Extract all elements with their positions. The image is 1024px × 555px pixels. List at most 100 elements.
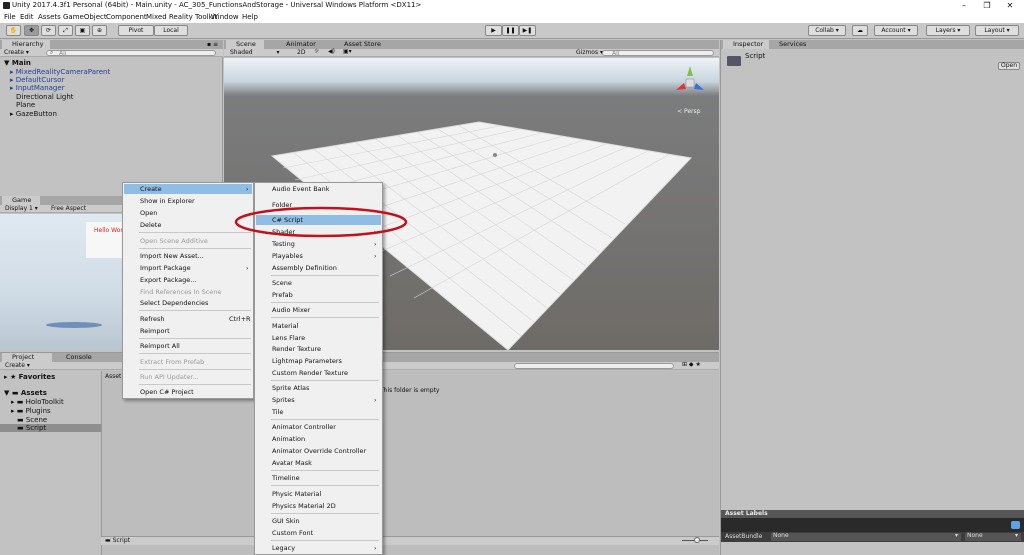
audio-toggle-icon[interactable]: ◀) (328, 49, 335, 55)
layout-dropdown[interactable]: Layout ▾ (975, 25, 1019, 36)
move-tool-button[interactable]: ✥ (24, 25, 39, 36)
folder-item[interactable]: ▸ ▬ HoloToolkit (11, 399, 64, 406)
menu-component[interactable]: Component (106, 14, 147, 21)
submenu-item-tile[interactable]: Tile (272, 409, 283, 416)
folder-item-selected[interactable] (0, 424, 101, 432)
assets-folder[interactable]: ▼ ▬ Assets (4, 390, 47, 397)
hierarchy-item[interactable]: ▸ MixedRealityCameraParent (10, 69, 110, 76)
shading-mode-dropdown[interactable]: Shaded ▾ (230, 50, 280, 56)
tab-hierarchy[interactable]: Hierarchy (2, 40, 50, 49)
menu-gameobject[interactable]: GameObject (63, 14, 107, 21)
tab-inspector[interactable]: Inspector (723, 40, 769, 49)
menu-item-select-dependencies[interactable]: Select Dependencies (140, 300, 208, 307)
account-dropdown[interactable]: Account ▾ (874, 25, 918, 36)
submenu-item-audio-mixer[interactable]: Audio Mixer (272, 307, 310, 314)
panel-menu-icon[interactable]: ▪ ≡ (207, 42, 218, 48)
hierarchy-item[interactable]: ▸ DefaultCursor (10, 77, 64, 84)
maximize-icon[interactable]: ❐ (977, 0, 997, 12)
transform-tool-button[interactable]: ⊕ (92, 25, 107, 36)
pause-button[interactable]: ❚❚ (502, 25, 519, 36)
menu-item-import-new-asset[interactable]: Import New Asset... (140, 253, 204, 260)
tab-project[interactable]: Project (2, 353, 52, 362)
menu-item-open-csharp-project[interactable]: Open C# Project (140, 389, 194, 396)
rect-tool-button[interactable]: ▣ (75, 25, 90, 36)
hierarchy-item[interactable]: ▸ GazeButton (10, 111, 57, 118)
scene-search-input[interactable]: All (602, 50, 714, 57)
gizmos-dropdown[interactable]: Gizmos ▾ (576, 50, 603, 56)
display-dropdown[interactable]: Display 1 ▾ (5, 206, 38, 212)
step-button[interactable]: ▶❚ (519, 25, 536, 36)
submenu-item-gui-skin[interactable]: GUI Skin (272, 518, 300, 525)
submenu-item-timeline[interactable]: Timeline (272, 475, 300, 482)
local-toggle[interactable]: Local (154, 25, 188, 36)
lighting-toggle-icon[interactable]: ☼ (314, 49, 319, 55)
effects-toggle-icon[interactable]: ▣▾ (343, 49, 352, 55)
hierarchy-search-input[interactable]: ⌕ All (46, 50, 216, 57)
slider-thumb[interactable] (694, 537, 700, 543)
menu-item-create[interactable]: Create (140, 186, 162, 193)
tab-services[interactable]: Services (769, 40, 813, 49)
menu-item-reimport[interactable]: Reimport (140, 328, 170, 335)
submenu-item-assembly-definition[interactable]: Assembly Definition (272, 265, 337, 272)
submenu-item-audio-event-bank[interactable]: Audio Event Bank (272, 186, 330, 193)
cloud-icon[interactable]: ☁ (852, 25, 868, 36)
project-breadcrumb[interactable]: Asset (105, 374, 121, 380)
hierarchy-create-button[interactable]: Create ▾ (4, 50, 29, 56)
layers-dropdown[interactable]: Layers ▾ (926, 25, 970, 36)
scale-tool-button[interactable]: ⤢ (58, 25, 73, 36)
scene-gizmo-icon[interactable] (676, 66, 704, 90)
2d-toggle[interactable]: 2D (297, 50, 305, 56)
tag-icon[interactable] (1011, 521, 1020, 529)
aspect-dropdown[interactable]: Free Aspect (51, 206, 86, 212)
menu-assets[interactable]: Assets (38, 14, 61, 21)
pivot-toggle[interactable]: Pivot (118, 25, 154, 36)
hierarchy-item[interactable]: Plane (16, 102, 35, 109)
menu-mixed-reality-toolkit[interactable]: Mixed Reality Toolkit (146, 14, 217, 21)
menu-item-refresh[interactable]: Refresh (140, 316, 165, 323)
hand-tool-button[interactable]: ✋ (6, 25, 21, 36)
submenu-item-material[interactable]: Material (272, 323, 298, 330)
submenu-item-testing[interactable]: Testing (272, 241, 295, 248)
tab-console[interactable]: Console (56, 353, 102, 362)
hierarchy-scene-root[interactable]: ▼ Main (4, 60, 31, 67)
submenu-item-legacy[interactable]: Legacy (272, 545, 295, 552)
menu-item-delete[interactable]: Delete (140, 222, 161, 229)
menu-item-reimport-all[interactable]: Reimport All (140, 343, 180, 350)
search-filter-icons[interactable]: ⊞ ◆ ★ (682, 362, 701, 368)
tab-scene[interactable]: Scene (226, 40, 264, 49)
project-search-input[interactable] (514, 363, 674, 369)
collab-dropdown[interactable]: Collab ▾ (808, 25, 846, 36)
favorites-folder[interactable]: ▸ ★ Favorites (4, 374, 55, 381)
submenu-item-sprites[interactable]: Sprites (272, 397, 295, 404)
persp-label[interactable]: ≺ Persp (677, 109, 700, 115)
open-button[interactable]: Open (998, 62, 1020, 70)
hierarchy-item[interactable]: ▸ InputManager (10, 85, 65, 92)
submenu-item-lens-flare[interactable]: Lens Flare (272, 335, 305, 342)
submenu-item-playables[interactable]: Playables (272, 253, 303, 260)
close-icon[interactable]: ✕ (1000, 0, 1020, 12)
submenu-item-custom-render-texture[interactable]: Custom Render Texture (272, 370, 348, 377)
submenu-item-sprite-atlas[interactable]: Sprite Atlas (272, 385, 309, 392)
submenu-item-prefab[interactable]: Prefab (272, 292, 293, 299)
menu-item-open[interactable]: Open (140, 210, 157, 217)
submenu-item-physic-material[interactable]: Physic Material (272, 491, 321, 498)
folder-item[interactable]: ▬ Script (17, 425, 46, 432)
project-create-button[interactable]: Create ▾ (5, 363, 30, 369)
submenu-item-animation[interactable]: Animation (272, 436, 305, 443)
hierarchy-item[interactable]: Directional Light (16, 94, 74, 101)
menu-file[interactable]: File (4, 14, 16, 21)
folder-item[interactable]: ▸ ▬ Plugins (11, 408, 51, 415)
submenu-item-render-texture[interactable]: Render Texture (272, 346, 321, 353)
menu-item-import-package[interactable]: Import Package (140, 265, 191, 272)
asset-bundle-variant-dropdown[interactable]: None ▾ (965, 533, 1021, 541)
submenu-item-animator-controller[interactable]: Animator Controller (272, 424, 336, 431)
submenu-item-physics-material-2d[interactable]: Physics Material 2D (272, 503, 336, 510)
asset-bundle-name-dropdown[interactable]: None ▾ (771, 533, 961, 541)
submenu-item-avatar-mask[interactable]: Avatar Mask (272, 460, 312, 467)
submenu-item-scene[interactable]: Scene (272, 280, 292, 287)
minimize-icon[interactable]: – (954, 0, 974, 12)
menu-edit[interactable]: Edit (20, 14, 34, 21)
menu-item-show-in-explorer[interactable]: Show in Explorer (140, 198, 195, 205)
submenu-item-custom-font[interactable]: Custom Font (272, 530, 313, 537)
submenu-item-lightmap-parameters[interactable]: Lightmap Parameters (272, 358, 342, 365)
